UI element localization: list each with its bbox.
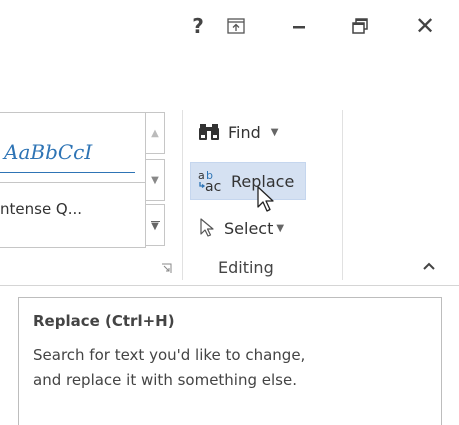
- title-bar: ? ✕: [0, 0, 459, 95]
- select-label: Select: [224, 218, 274, 238]
- gallery-scroll-down-button[interactable]: ▼: [145, 159, 165, 201]
- ribbon-display-options-icon: [227, 18, 245, 34]
- style-sample-intense-quote[interactable]: AaBbCcI: [4, 140, 92, 164]
- styles-gallery-divider: [0, 182, 145, 183]
- chevron-down-icon: ▼: [270, 126, 279, 138]
- replace-icon: a b ac: [197, 169, 223, 193]
- chevron-up-icon: [423, 262, 435, 270]
- chevron-up-icon: ▲: [151, 127, 159, 139]
- minimize-icon: [293, 26, 305, 29]
- minimize-button[interactable]: [279, 8, 319, 44]
- help-icon: ?: [192, 14, 204, 38]
- group-separator: [342, 110, 343, 280]
- restore-icon: [352, 18, 368, 34]
- styles-gallery-scroll: ▲ ▼ ▼: [145, 112, 165, 246]
- tooltip-description-line: and replace it with something else.: [33, 371, 297, 389]
- svg-text:ac: ac: [205, 179, 221, 193]
- mouse-cursor-icon: [256, 186, 276, 218]
- chevron-down-icon: ▼: [151, 174, 159, 186]
- binoculars-icon: [198, 123, 220, 141]
- close-icon: ✕: [414, 12, 436, 40]
- find-button[interactable]: Find ▼: [192, 116, 322, 148]
- gallery-scroll-up-button[interactable]: ▲: [145, 112, 165, 154]
- restore-button[interactable]: [340, 8, 380, 44]
- dialog-launcher-icon: [161, 263, 171, 273]
- find-label: Find: [228, 122, 261, 142]
- ribbon-display-options-button[interactable]: [216, 8, 256, 44]
- style-name-label: ntense Q...: [0, 200, 83, 218]
- svg-text:a: a: [198, 169, 205, 182]
- replace-button[interactable]: a b ac Replace: [190, 162, 306, 200]
- help-button[interactable]: ?: [178, 8, 218, 44]
- style-sample-underline: [0, 172, 135, 173]
- styles-dialog-launcher[interactable]: [160, 262, 172, 274]
- more-styles-icon: ▼: [150, 220, 160, 232]
- gallery-more-button[interactable]: ▼: [145, 204, 165, 246]
- editing-group-label: Editing: [218, 258, 274, 277]
- tooltip-description-line: Search for text you'd like to change,: [33, 346, 306, 364]
- collapse-ribbon-button[interactable]: [422, 259, 436, 275]
- chevron-down-icon: ▼: [276, 222, 285, 234]
- styles-gallery[interactable]: [0, 112, 146, 248]
- group-separator: [182, 110, 183, 280]
- select-arrow-icon: [198, 218, 216, 238]
- tooltip-title: Replace (Ctrl+H): [33, 312, 175, 330]
- close-button[interactable]: ✕: [405, 8, 445, 44]
